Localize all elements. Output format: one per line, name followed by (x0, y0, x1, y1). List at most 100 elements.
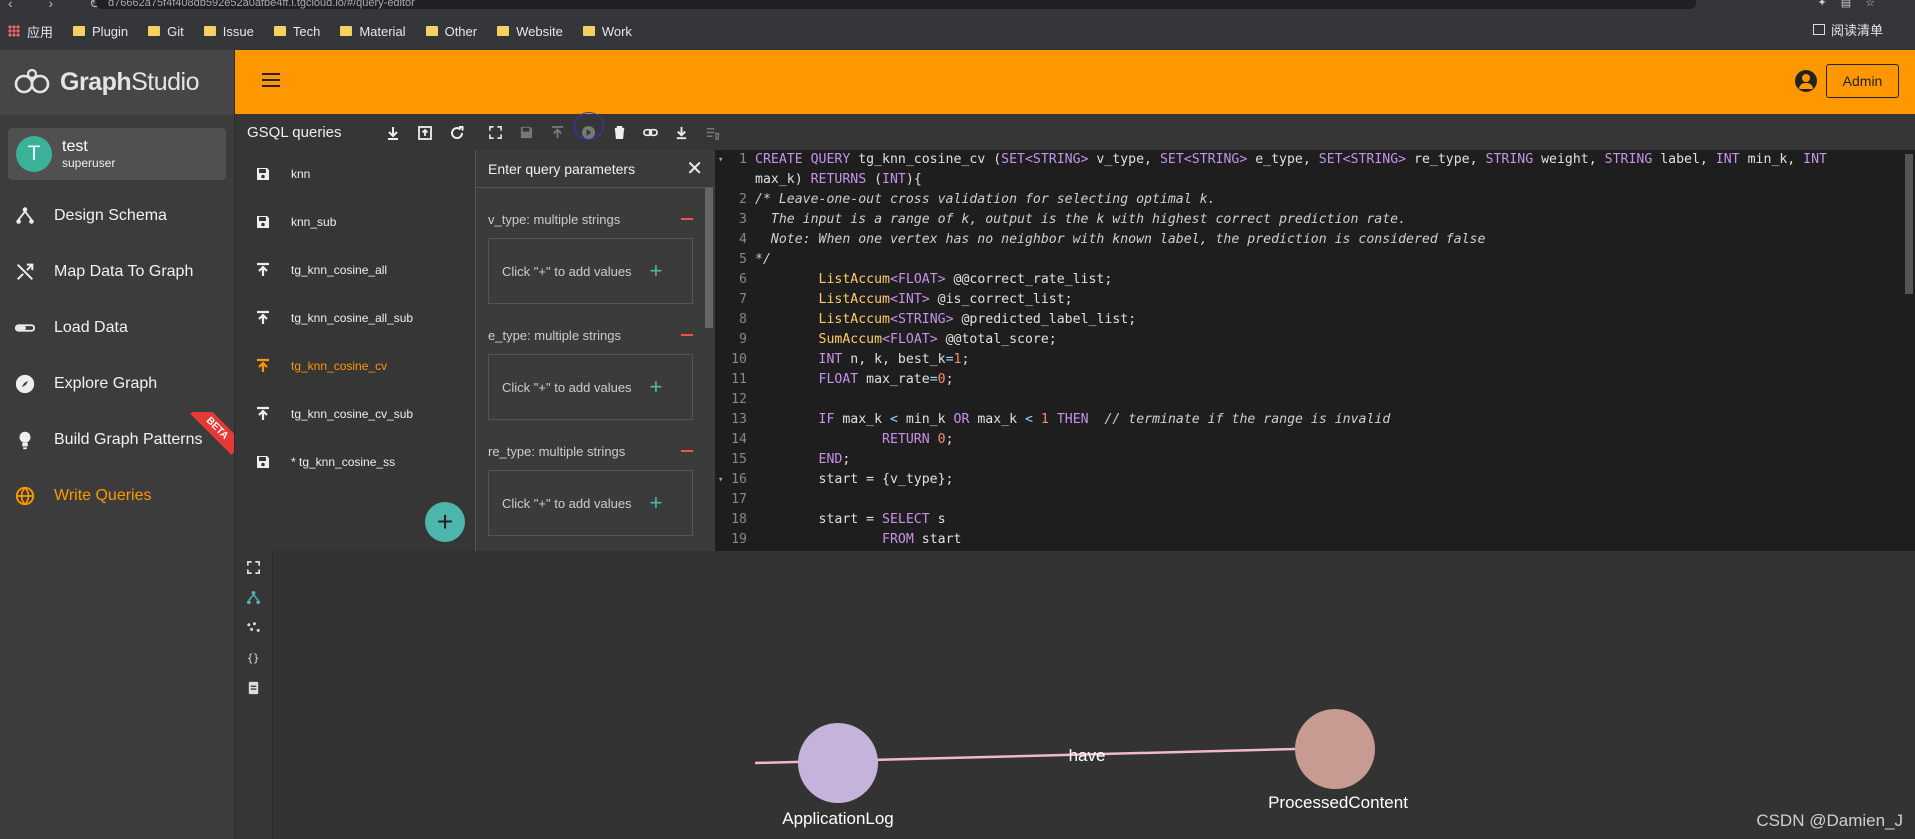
code-line: 17 (731, 492, 747, 507)
avatar: T (16, 136, 52, 172)
folder-icon (340, 26, 353, 36)
minus-icon[interactable] (681, 334, 693, 336)
param-input[interactable]: Click "+" to add values + (488, 470, 693, 536)
plus-icon[interactable]: + (650, 258, 663, 284)
params-scrollbar[interactable] (705, 188, 713, 328)
code-line: 3 The input is a range of k, output is t… (739, 212, 1407, 227)
query-name: * tg_knn_cosine_ss (291, 455, 396, 469)
user-card[interactable]: T test superuser (8, 128, 226, 180)
user-name: test (62, 138, 88, 155)
delete-query-icon[interactable] (609, 122, 629, 142)
nav-label: Design Schema (54, 207, 167, 224)
nav-design-schema[interactable]: Design Schema (0, 188, 234, 244)
compass-icon (15, 374, 35, 394)
code-line: 11 FLOAT max_rate=0; (731, 372, 954, 387)
bookmark-plugin[interactable]: Plugin (73, 24, 128, 39)
graph-panel: {} have ApplicationLog ProcessedContent … (235, 551, 1915, 839)
delete-all-icon[interactable] (702, 122, 722, 142)
query-list-panel: GSQL queries knn knn_sub tg_knn_cosine_a… (235, 114, 475, 551)
bookmarks-bar: 应用 Plugin Git Issue Tech Material Other … (8, 20, 632, 42)
editor-toolbar (475, 114, 1915, 150)
graphstudio-logo[interactable]: GraphStudio (0, 50, 234, 115)
account-icon[interactable] (1795, 70, 1817, 92)
param-input[interactable]: Click "+" to add values + (488, 354, 693, 420)
bookmark-other[interactable]: Other (425, 24, 477, 39)
param-label: v_type: multiple strings (488, 211, 621, 227)
param-hint: Click "+" to add values (502, 379, 632, 395)
minus-icon[interactable] (681, 450, 693, 452)
vertex-processedcontent[interactable] (1295, 709, 1375, 789)
link-icon[interactable] (640, 122, 660, 142)
query-item-tg-knn-cosine-ss[interactable]: * tg_knn_cosine_ss (235, 438, 475, 486)
add-query-button[interactable]: + (425, 502, 465, 542)
code-line: 7 ListAccum<INT> @is_correct_list; (739, 292, 1073, 307)
logo-icon (14, 68, 50, 93)
param-hint: Click "+" to add values (502, 495, 632, 511)
nav-label: Build Graph Patterns (54, 431, 203, 448)
install-query-icon[interactable] (547, 122, 567, 142)
menu-icon[interactable] (262, 73, 280, 87)
bookmark-git[interactable]: Git (148, 24, 184, 39)
nav-map-data[interactable]: Map Data To Graph (0, 244, 234, 300)
nav-load-data[interactable]: Load Data (0, 300, 234, 356)
query-name: tg_knn_cosine_cv_sub (291, 407, 414, 421)
download-icon[interactable] (383, 123, 403, 143)
folder-icon (148, 26, 161, 36)
address-bar[interactable]: d76662a75f4f408db592e52a0afbe4ff.i.tgclo… (96, 0, 1696, 9)
code-line: 15 END; (731, 452, 851, 467)
code-line: 2/* Leave-one-out cross validation for s… (739, 192, 1216, 207)
minus-icon[interactable] (681, 218, 693, 220)
code-editor[interactable]: ▾ 1 CREATE QUERY tg_knn_cosine_cv (SET<STR… (715, 150, 1915, 551)
nav-write-queries[interactable]: Write Queries (0, 468, 234, 524)
folder-icon (425, 26, 438, 36)
nav-label: Map Data To Graph (54, 263, 194, 280)
query-name: tg_knn_cosine_cv (291, 359, 388, 373)
code-line: 5 */ (739, 252, 771, 267)
query-item-knn[interactable]: knn (235, 150, 475, 198)
query-item-tg-knn-cosine-cv[interactable]: tg_knn_cosine_cv (235, 342, 475, 390)
bookmark-material[interactable]: Material (340, 24, 406, 39)
bookmark-issue[interactable]: Issue (203, 24, 254, 39)
globe-icon (15, 486, 35, 506)
bookmark-website[interactable]: Website (497, 24, 563, 39)
code-line: 8 ListAccum<STRING> @predicted_label_lis… (739, 312, 1137, 327)
nav-label: Load Data (54, 319, 128, 336)
bookmark-apps[interactable]: 应用 (8, 22, 53, 41)
publish-icon (257, 406, 269, 420)
graph-canvas[interactable]: have ApplicationLog ProcessedContent (235, 551, 1915, 839)
query-item-tg-knn-cosine-cv-sub[interactable]: tg_knn_cosine_cv_sub (235, 390, 475, 438)
browser-extensions[interactable]: ✦ ▤ ☆ (1818, 0, 1876, 9)
query-item-tg-knn-cosine-all[interactable]: tg_knn_cosine_all (235, 246, 475, 294)
code-scrollbar[interactable] (1905, 154, 1913, 294)
nav-build-graph-patterns[interactable]: Build Graph Patterns BETA (0, 412, 234, 468)
admin-button[interactable]: Admin (1826, 64, 1899, 98)
folder-icon (203, 26, 216, 36)
plus-icon[interactable]: + (650, 490, 663, 516)
save-icon (257, 216, 269, 228)
vertex-applicationlog[interactable] (798, 723, 878, 803)
save-query-icon[interactable] (516, 122, 536, 142)
browser-chrome: ‹ › ↻ d76662a75f4f408db592e52a0afbe4ff.i… (0, 0, 1915, 50)
run-annotation-circle (574, 112, 604, 140)
plus-icon[interactable]: + (650, 374, 663, 400)
param-input[interactable]: Click "+" to add values + (488, 238, 693, 304)
upload-box-icon[interactable] (415, 123, 435, 143)
download-query-icon[interactable] (671, 122, 691, 142)
code-line: 14 RETURN 0; (731, 432, 954, 447)
fullscreen-icon[interactable] (485, 122, 505, 142)
query-item-knn-sub[interactable]: knn_sub (235, 198, 475, 246)
close-icon[interactable]: ✕ (686, 159, 703, 179)
code-line: 18 start = SELECT s (731, 512, 946, 527)
param-re-type: re_type: multiple strings Click "+" to a… (476, 432, 715, 536)
nav-explore-graph[interactable]: Explore Graph (0, 356, 234, 412)
bookmark-tech[interactable]: Tech (273, 24, 320, 39)
bookmark-work[interactable]: Work (582, 24, 632, 39)
code-line: 6 ListAccum<FLOAT> @@correct_rate_list; (739, 272, 1113, 287)
top-bar: Admin (235, 50, 1915, 114)
refresh-icon[interactable] (447, 123, 467, 143)
reading-list-button[interactable]: 阅读清单 (1812, 20, 1883, 39)
code-line: 9 SumAccum<FLOAT> @@total_score; (739, 332, 1057, 347)
code-line: ▾ 1 CREATE QUERY tg_knn_cosine_cv (SET<STR… (718, 152, 1827, 167)
query-item-tg-knn-cosine-all-sub[interactable]: tg_knn_cosine_all_sub (235, 294, 475, 342)
query-params-panel: Enter query parameters ✕ v_type: multipl… (475, 150, 715, 551)
